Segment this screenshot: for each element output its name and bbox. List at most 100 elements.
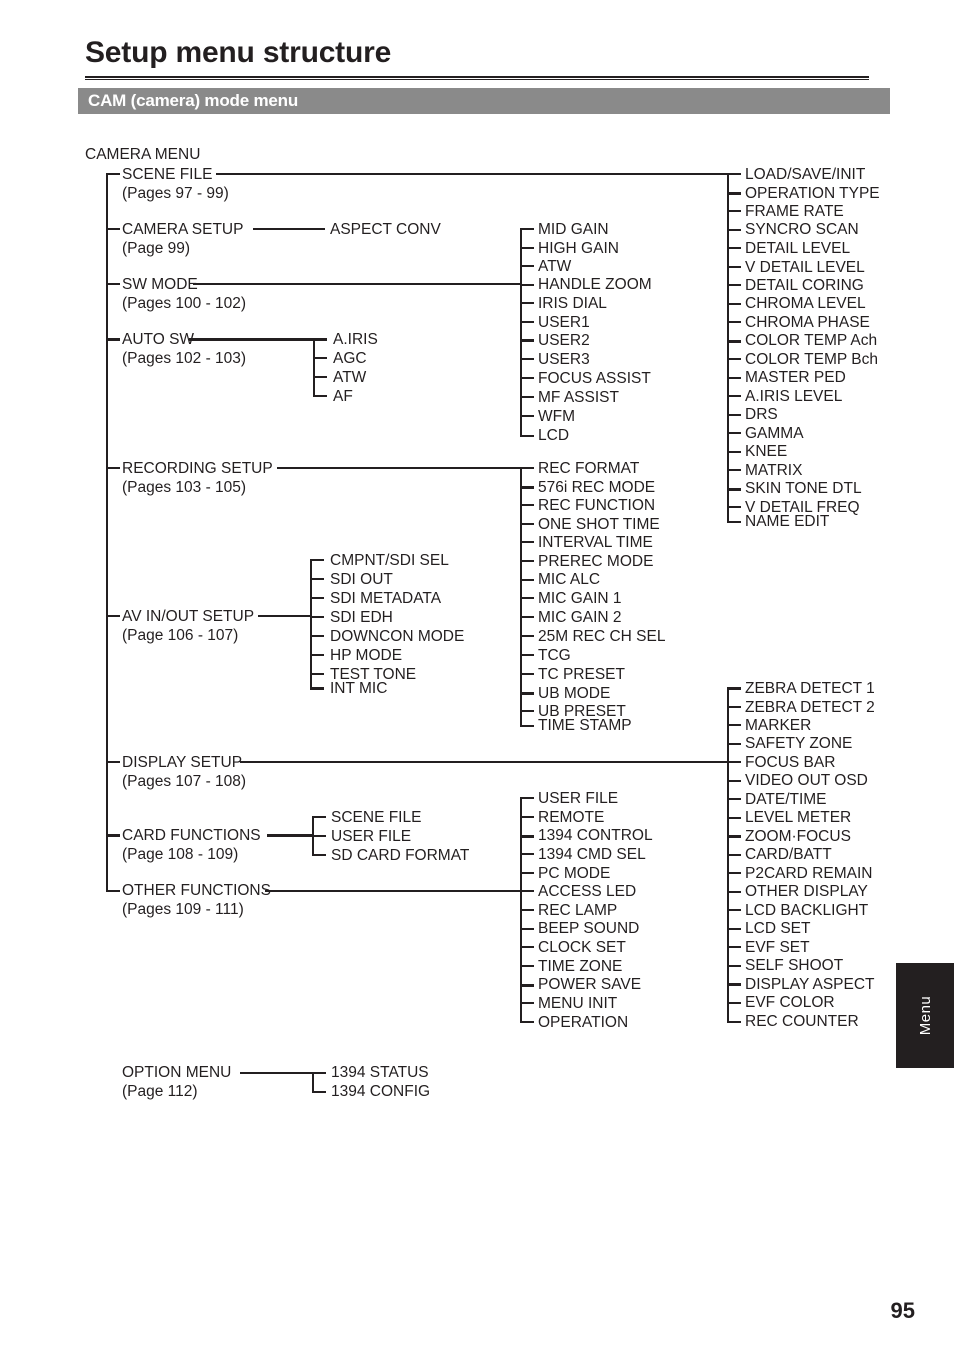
connector-oth-item-3	[520, 853, 534, 855]
item-auto-sw-af: AF	[333, 388, 353, 405]
item-av-downcon-mode: DOWNCON MODE	[330, 628, 465, 645]
item-swmode-focus-assist: FOCUS ASSIST	[538, 370, 651, 387]
connector-card-item-2	[312, 854, 326, 856]
menu-option-menu-label: OPTION MENU	[122, 1064, 232, 1081]
item-ds-zoom-focus: ZOOM·FOCUS	[745, 828, 851, 845]
connector-sf-item-17	[727, 488, 741, 491]
item-ds-self-shoot: SELF SHOOT	[745, 957, 844, 974]
item-swmode-user3: USER3	[538, 351, 590, 368]
item-swmode-handle-zoom: HANDLE ZOOM	[538, 276, 652, 293]
item-sf-load-save-init: LOAD/SAVE/INIT	[745, 166, 866, 183]
connector-display-setup-to-right	[240, 761, 728, 763]
connector-oth-item-5	[520, 890, 534, 892]
item-av-cmpnt-sdi-sel: CMPNT/SDI SEL	[330, 552, 449, 569]
item-swmode-iris-dial: IRIS DIAL	[538, 295, 607, 312]
item-ds-other-display: OTHER DISPLAY	[745, 883, 868, 900]
item-rec-25m-rec-ch-sel: 25M REC CH SEL	[538, 628, 666, 645]
menu-camera-setup-label: CAMERA SETUP	[122, 221, 244, 238]
connector-rec-item-3	[520, 523, 534, 525]
connector-card-functions-stub	[106, 834, 120, 837]
connector-av-item-6	[310, 673, 324, 675]
connector-sf-item-18	[727, 506, 741, 508]
menu-option-menu-pages: (Page 112)	[122, 1083, 198, 1100]
connector-av-item-3	[310, 616, 324, 618]
menu-auto-sw-label: AUTO SW	[122, 331, 195, 348]
item-av-sdi-edh: SDI EDH	[330, 609, 393, 626]
item-sf-knee: KNEE	[745, 443, 788, 460]
connector-oth-item-11	[520, 1002, 534, 1004]
connector-sw-mode-stub	[106, 283, 120, 285]
connector-av-item-4	[310, 635, 324, 637]
item-card-sd-card-format: SD CARD FORMAT	[331, 847, 470, 864]
connector-card-functions-to-sub	[267, 834, 313, 837]
connector-ds-item-16	[727, 983, 741, 986]
item-sf-a-iris-level: A.IRIS LEVEL	[745, 388, 843, 405]
connector-av-item-7	[310, 687, 324, 690]
menu-recording-setup-label: RECORDING SETUP	[122, 460, 273, 477]
item-auto-sw-atw: ATW	[333, 369, 367, 386]
menu-camera-setup-pages: (Page 99)	[122, 240, 191, 257]
menu-auto-sw-pages: (Pages 102 - 103)	[122, 350, 247, 367]
item-sf-chroma-phase: CHROMA PHASE	[745, 314, 870, 331]
item-sf-v-detail-level: V DETAIL LEVEL	[745, 259, 865, 276]
connector-ds-item-14	[727, 946, 741, 948]
item-oth-power-save: POWER SAVE	[538, 976, 642, 993]
connector-sf-item-13	[727, 414, 741, 416]
item-rec-interval-time: INTERVAL TIME	[538, 534, 653, 551]
item-oth-menu-init: MENU INIT	[538, 995, 618, 1012]
connector-oth-item-9	[520, 965, 534, 967]
item-swmode-user2: USER2	[538, 332, 590, 349]
item-rec-tcg: TCG	[538, 647, 571, 664]
connector-swmode-item-4	[520, 302, 534, 304]
side-tab-menu: Menu	[896, 963, 954, 1068]
item-ds-video-out-osd: VIDEO OUT OSD	[745, 772, 868, 789]
connector-rec-item-0	[520, 467, 534, 469]
item-ds-safety-zone: SAFETY ZONE	[745, 735, 853, 752]
connector-sf-item-2	[727, 210, 741, 212]
item-ds-zebra-detect-1: ZEBRA DETECT 1	[745, 680, 875, 697]
item-rec-mic-alc: MIC ALC	[538, 571, 601, 588]
item-rec-tc-preset: TC PRESET	[538, 666, 625, 683]
connector-rec-item-9	[520, 635, 534, 637]
menu-card-functions-pages: (Page 108 - 109)	[122, 846, 239, 863]
item-oth-1394-cmd-sel: 1394 CMD SEL	[538, 846, 646, 863]
connector-swmode-item-10	[520, 415, 534, 417]
connector-sf-item-16	[727, 469, 741, 471]
connector-scene-file-to-right	[216, 173, 728, 175]
connector-rec-item-5	[520, 560, 534, 562]
connector-ds-item-5	[727, 780, 741, 782]
connector-rec-item-13	[520, 710, 534, 712]
connector-swmode-item-2	[520, 265, 534, 267]
connector-swmode-item-7	[520, 358, 534, 360]
item-sf-name-edit: NAME EDIT	[745, 513, 830, 530]
connector-swmode-item-8	[520, 377, 534, 379]
connector-recording-setup-stub	[106, 467, 120, 469]
item-sf-frame-rate: FRAME RATE	[745, 203, 844, 220]
connector-sf-item-12	[727, 395, 741, 397]
connector-rec-item-12	[520, 692, 534, 695]
item-ds-focus-bar: FOCUS BAR	[745, 754, 836, 771]
connector-swmode-item-0	[520, 228, 534, 230]
connector-auto-sw-item-2	[313, 376, 327, 378]
menu-recording-setup-pages: (Pages 103 - 105)	[122, 479, 247, 496]
item-sf-drs: DRS	[745, 406, 778, 423]
item-sf-detail-coring: DETAIL CORING	[745, 277, 864, 294]
connector-ds-item-18	[727, 1021, 741, 1023]
connector-card-item-1	[312, 835, 326, 837]
item-av-int-mic: INT MIC	[330, 680, 388, 697]
connector-oth-item-0	[520, 797, 534, 799]
connector-oth-item-1	[520, 816, 534, 818]
item-av-sdi-metadata: SDI METADATA	[330, 590, 442, 607]
connector-rec-item-2	[520, 504, 534, 506]
connector-auto-sw-stub	[106, 338, 120, 341]
connector-ds-item-6	[727, 798, 741, 800]
connector-rec-item-4	[520, 541, 534, 543]
connector-oth-item-7	[520, 928, 534, 930]
connector-recording-setup-to-middle	[277, 467, 521, 469]
item-oth-operation: OPERATION	[538, 1014, 629, 1031]
item-sf-skin-tone-dtl: SKIN TONE DTL	[745, 480, 862, 497]
item-card-scene-file: SCENE FILE	[331, 809, 422, 826]
connector-av-in-out-to-sub	[258, 615, 311, 617]
connector-av-in-out-stub	[106, 615, 120, 617]
connector-rec-item-14	[520, 725, 534, 727]
